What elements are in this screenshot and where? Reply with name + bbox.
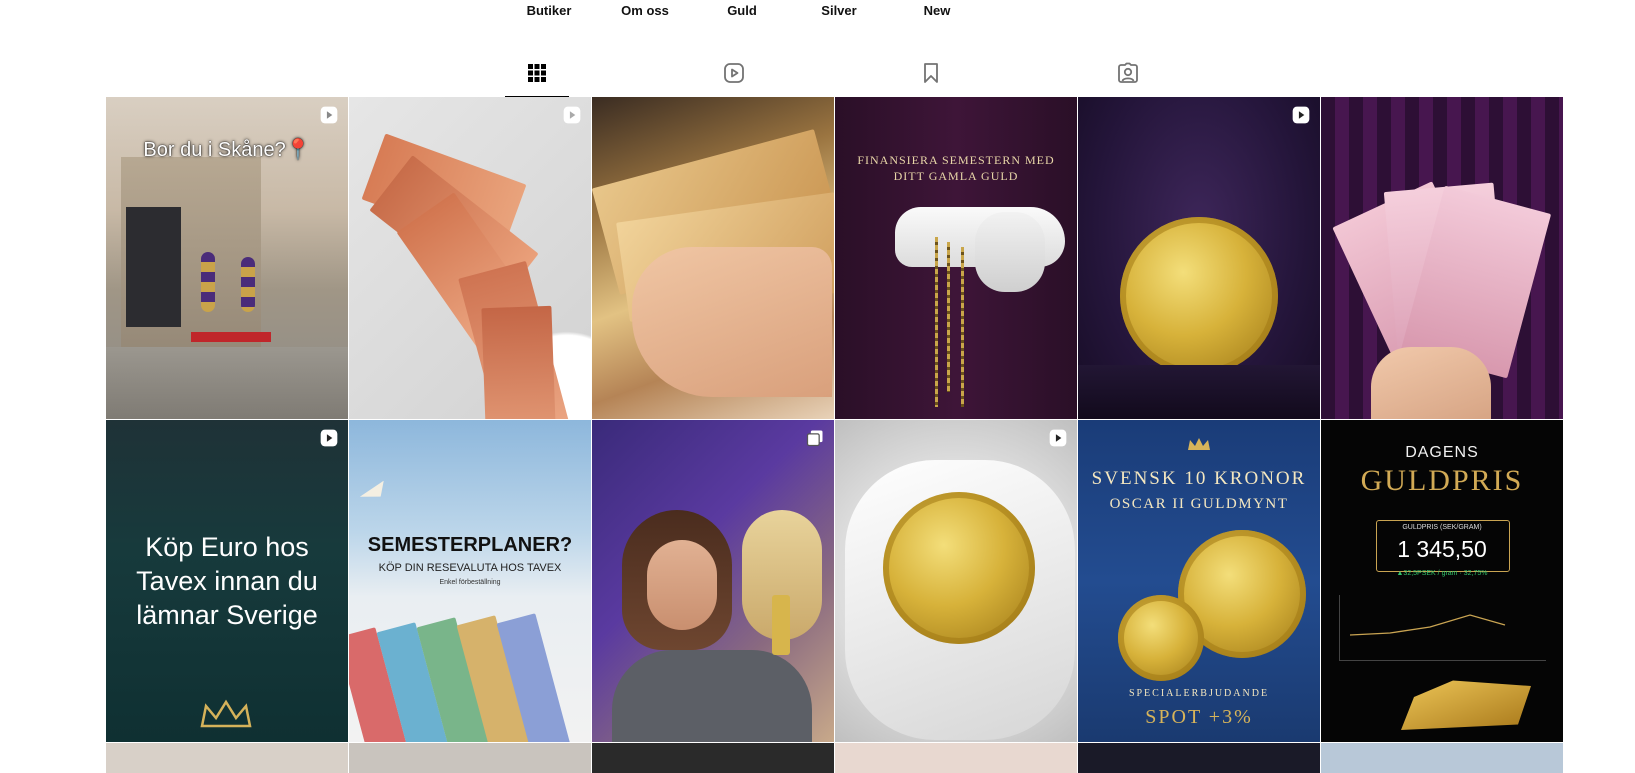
post-tile[interactable]: DAGENS GULDPRIS GULDPRIS (SEK/GRAM) 1 34… [1321,420,1563,742]
post-small-text: Enkel förbeställning [439,579,501,586]
reel-icon [320,106,338,124]
person-body [612,650,812,742]
paper-plane [357,481,388,504]
red-carpet [191,332,271,342]
post-tile[interactable] [1321,97,1563,419]
reel-badge [319,105,339,125]
post-tile[interactable] [835,743,1077,773]
post-caption-line3: lämnar Sverige [136,600,318,630]
gold-phone [772,595,790,655]
gold-bars [1401,680,1531,730]
hand [632,247,832,397]
post-tile[interactable]: Bor du i Skåne?📍 [106,97,348,419]
post-tile[interactable]: Köp Euro hos Tavex innan du lämnar Sveri… [106,420,348,742]
reel-badge [562,105,582,125]
shop-window [126,207,181,327]
tab-posts[interactable] [505,50,569,98]
story-highlights: Butiker Om oss Guld Silver New [0,0,1635,30]
post-subtitle: OSCAR II GULDMYNT [1109,496,1289,512]
tagged-user-icon [1118,62,1138,83]
tab-tagged[interactable] [1096,50,1160,96]
balloon-column [241,257,255,312]
gold-coin [1118,595,1204,681]
reel-icon [1292,106,1310,124]
post-caption-line1: Köp Euro hos [145,532,309,562]
post-tile[interactable] [349,743,591,773]
reel-badge [1048,428,1068,448]
post-tile[interactable] [349,97,591,419]
mini-chart-line [1349,614,1506,636]
post-tile[interactable] [1078,743,1320,773]
post-caption: Bor du i Skåne?📍 [143,139,311,161]
crown-logo [1186,436,1212,452]
gold-coin [1120,217,1278,375]
reel-icon [563,106,581,124]
table-surface [1078,365,1320,419]
post-tile[interactable] [592,743,834,773]
price-label: GULDPRIS (SEK/GRAM) [1402,524,1482,531]
post-tile[interactable] [592,420,834,742]
highlight-new[interactable]: New [924,3,951,18]
reel-badge [1291,105,1311,125]
highlight-butiker[interactable]: Butiker [527,3,572,18]
posts-grid: Bor du i Skåne?📍 FINANSIERA SEMESTERN ME… [106,97,1564,773]
post-tile[interactable]: SVENSK 10 KRONOR OSCAR II GULDMYNT SPECI… [1078,420,1320,742]
price-value: 1 345,50 [1397,536,1487,562]
reel-badge [319,428,339,448]
post-caption-line2: DITT GAMLA GULD [893,169,1019,183]
tab-saved[interactable] [899,50,963,96]
post-tile[interactable] [592,97,834,419]
reel-icon [320,429,338,447]
tab-reels[interactable] [702,50,766,96]
post-caption-line2: Tavex innan du [136,566,318,596]
hand [1371,347,1491,419]
crown-logo [198,698,254,730]
post-tile[interactable] [1321,743,1563,773]
highlight-guld[interactable]: Guld [727,3,757,18]
post-offer-value: SPOT +3% [1145,706,1253,728]
post-tile[interactable] [1078,97,1320,419]
post-title-big: GULDPRIS [1360,464,1524,497]
post-tile[interactable]: SEMESTERPLANER? KÖP DIN RESEVALUTA HOS T… [349,420,591,742]
post-caption-line1: FINANSIERA SEMESTERN MED [857,153,1055,167]
post-headline: SEMESTERPLANER? [367,534,573,556]
post-tile[interactable] [106,743,348,773]
post-tile[interactable] [835,420,1077,742]
gold-chain [947,242,950,392]
banknote [481,305,557,419]
reel-icon [1049,429,1067,447]
gold-chain [935,237,938,407]
post-title: SVENSK 10 KRONOR [1091,468,1307,489]
balloon-column [201,252,215,312]
highlight-silver[interactable]: Silver [821,3,856,18]
post-tile[interactable]: FINANSIERA SEMESTERN MED DITT GAMLA GULD [835,97,1077,419]
carousel-icon [806,430,823,447]
person-face [647,540,717,630]
profile-tabs [0,50,1635,98]
grid-icon [528,64,546,82]
mini-chart [1339,595,1546,661]
carousel-badge [805,428,825,448]
post-title-small: DAGENS [1405,444,1479,461]
post-subline: KÖP DIN RESEVALUTA HOS TAVEX [378,562,562,574]
price-change: ▲32,5PSEK / gram · 32,75% [1396,570,1488,577]
post-offer-label: SPECIALERBJUDANDE [1128,688,1270,699]
gold-coin [883,492,1035,644]
gold-chain [961,247,964,407]
street [106,347,348,419]
highlight-om-oss[interactable]: Om oss [621,3,669,18]
reels-icon [724,63,744,83]
bookmark-icon [924,63,938,83]
white-glove [975,212,1045,292]
